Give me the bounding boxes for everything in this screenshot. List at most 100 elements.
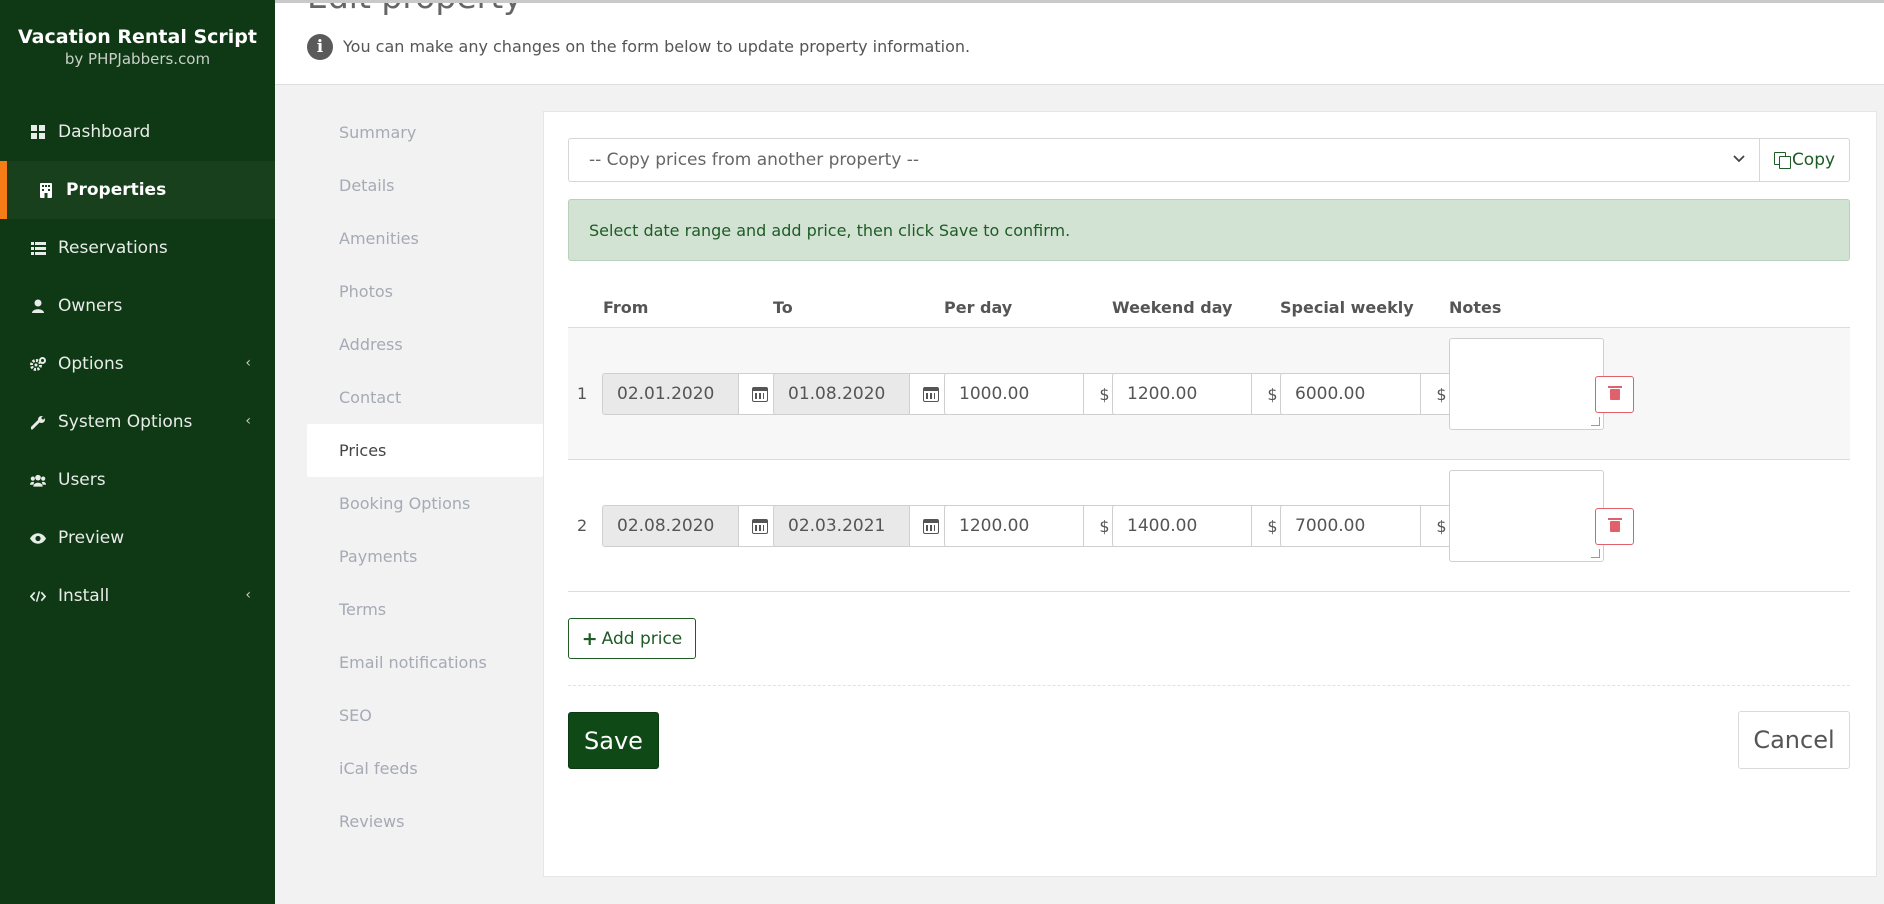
sidebar-item-install[interactable]: Install ‹	[0, 567, 275, 625]
dashboard-icon	[30, 124, 46, 140]
notes-textarea[interactable]	[1449, 338, 1604, 430]
sidebar-item-system-options[interactable]: System Options ‹	[0, 393, 275, 451]
sidebar-item-label: Owners	[58, 296, 123, 316]
tab-contact[interactable]: Contact	[307, 371, 543, 424]
per-day-group: 1000.00 $	[944, 373, 1126, 415]
special-weekly-input[interactable]: 6000.00	[1280, 373, 1421, 415]
info-text: You can make any changes on the form bel…	[343, 37, 971, 56]
column-per-day: Per day	[944, 298, 1013, 317]
weekend-day-group: 1200.00 $	[1112, 373, 1294, 415]
per-day-input[interactable]: 1000.00	[944, 373, 1084, 415]
tab-address[interactable]: Address	[307, 318, 543, 371]
prices-panel: -- Copy prices from another property -- …	[543, 111, 1877, 877]
sidebar-item-reservations[interactable]: Reservations	[0, 219, 275, 277]
code-icon	[30, 588, 46, 604]
sidebar-nav: Dashboard Properties Reservations Owners…	[0, 103, 275, 625]
cogs-icon	[30, 356, 46, 372]
copy-button-label: Copy	[1791, 150, 1836, 170]
sidebar-item-users[interactable]: Users	[0, 451, 275, 509]
row-number: 1	[577, 384, 588, 403]
property-tabs: Summary Details Amenities Photos Address…	[307, 106, 543, 848]
plus-icon: +	[581, 627, 598, 650]
trash-icon	[1607, 518, 1622, 532]
from-date-input[interactable]: 02.08.2020	[602, 505, 739, 547]
tab-terms[interactable]: Terms	[307, 583, 543, 636]
sidebar-item-label: System Options	[58, 412, 193, 432]
prices-table: From To Per day Weekend day Special week…	[568, 288, 1850, 592]
copy-prices-row: -- Copy prices from another property -- …	[568, 138, 1850, 182]
info-icon: i	[307, 34, 333, 60]
delete-price-button[interactable]	[1595, 376, 1634, 413]
sidebar-item-label: Users	[58, 470, 106, 490]
tab-summary[interactable]: Summary	[307, 106, 543, 159]
from-date-group: 02.01.2020	[602, 373, 781, 415]
notes-textarea[interactable]	[1449, 470, 1604, 562]
weekend-day-input[interactable]: 1400.00	[1112, 505, 1252, 547]
column-to: To	[773, 298, 793, 317]
brand: Vacation Rental Script by PHPJabbers.com	[0, 0, 275, 103]
to-date-input[interactable]: 01.08.2020	[773, 373, 910, 415]
tab-amenities[interactable]: Amenities	[307, 212, 543, 265]
copy-icon	[1773, 152, 1791, 169]
sidebar-item-dashboard[interactable]: Dashboard	[0, 103, 275, 161]
row-number: 2	[577, 516, 588, 535]
copy-select-value: -- Copy prices from another property --	[589, 150, 920, 170]
sidebar-item-label: Dashboard	[58, 122, 151, 142]
weekend-day-input[interactable]: 1200.00	[1112, 373, 1252, 415]
special-weekly-input[interactable]: 7000.00	[1280, 505, 1421, 547]
add-price-label: Add price	[601, 628, 683, 649]
page-header: Edit property i You can make any changes…	[275, 0, 1884, 85]
tab-ical-feeds[interactable]: iCal feeds	[307, 742, 543, 795]
weekend-day-group: 1400.00 $	[1112, 505, 1294, 547]
sidebar-item-label: Preview	[58, 528, 125, 548]
per-day-input[interactable]: 1200.00	[944, 505, 1084, 547]
brand-title: Vacation Rental Script	[18, 26, 257, 48]
tab-prices[interactable]: Prices	[307, 424, 543, 477]
tab-email-notifications[interactable]: Email notifications	[307, 636, 543, 689]
per-day-group: 1200.00 $	[944, 505, 1126, 547]
save-button[interactable]: Save	[568, 712, 659, 769]
tab-payments[interactable]: Payments	[307, 530, 543, 583]
sidebar-item-options[interactable]: Options ‹	[0, 335, 275, 393]
sidebar-item-properties[interactable]: Properties	[0, 161, 275, 219]
info-alert: Select date range and add price, then cl…	[568, 199, 1850, 261]
tab-photos[interactable]: Photos	[307, 265, 543, 318]
chevron-left-icon: ‹	[245, 413, 251, 429]
from-date-group: 02.08.2020	[602, 505, 781, 547]
calendar-icon	[751, 518, 768, 534]
table-row: 2 02.08.2020 02.03.2021 1200.00 $ 1400.0…	[568, 460, 1850, 592]
user-icon	[30, 298, 46, 314]
sidebar-item-label: Reservations	[58, 238, 168, 258]
column-weekend-day: Weekend day	[1112, 298, 1233, 317]
sidebar-item-label: Options	[58, 354, 124, 374]
column-from: From	[603, 298, 649, 317]
table-header: From To Per day Weekend day Special week…	[568, 288, 1850, 328]
cancel-button[interactable]: Cancel	[1738, 711, 1850, 769]
building-icon	[38, 182, 54, 198]
column-notes: Notes	[1449, 298, 1502, 317]
from-date-input[interactable]: 02.01.2020	[602, 373, 739, 415]
copy-button[interactable]: Copy	[1759, 138, 1850, 182]
chevron-left-icon: ‹	[245, 587, 251, 603]
sidebar: Vacation Rental Script by PHPJabbers.com…	[0, 0, 275, 904]
tab-reviews[interactable]: Reviews	[307, 795, 543, 848]
tab-seo[interactable]: SEO	[307, 689, 543, 742]
chevron-down-icon	[1733, 151, 1745, 167]
calendar-icon	[751, 386, 768, 402]
calendar-icon	[922, 518, 939, 534]
tab-booking-options[interactable]: Booking Options	[307, 477, 543, 530]
chevron-left-icon: ‹	[245, 355, 251, 371]
delete-price-button[interactable]	[1595, 508, 1634, 545]
sidebar-item-label: Install	[58, 586, 110, 606]
sidebar-item-label: Properties	[66, 180, 167, 200]
add-price-button[interactable]: + Add price	[568, 618, 696, 659]
to-date-input[interactable]: 02.03.2021	[773, 505, 910, 547]
copy-property-select[interactable]: -- Copy prices from another property --	[568, 138, 1759, 182]
tab-details[interactable]: Details	[307, 159, 543, 212]
to-date-group: 01.08.2020	[773, 373, 952, 415]
wrench-icon	[30, 414, 46, 430]
page-title: Edit property	[307, 3, 523, 16]
sidebar-item-preview[interactable]: Preview	[0, 509, 275, 567]
sidebar-item-owners[interactable]: Owners	[0, 277, 275, 335]
special-weekly-group: 7000.00 $	[1280, 505, 1463, 547]
